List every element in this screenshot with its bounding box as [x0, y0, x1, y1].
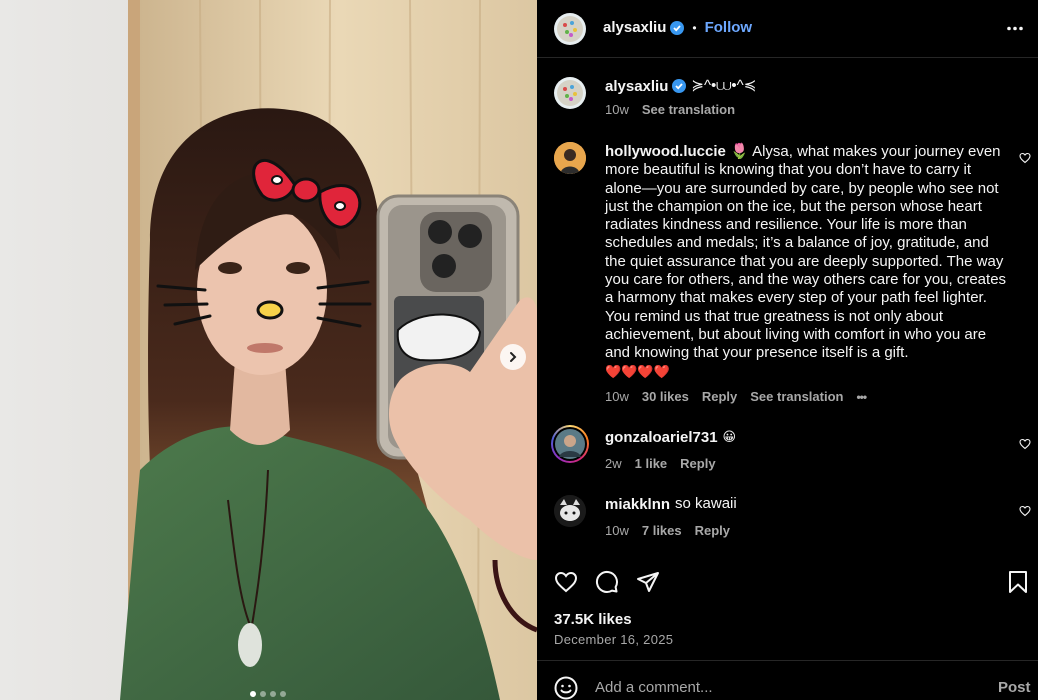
story-ring[interactable] — [551, 425, 589, 463]
post-header: alysaxliu • Follow — [537, 0, 1038, 58]
paper-plane-icon[interactable] — [636, 570, 660, 594]
comment-hearts: ❤️❤️❤️❤️ — [605, 363, 670, 379]
caption-time: 10w — [605, 102, 629, 117]
comment-see-translation[interactable]: See translation — [750, 389, 843, 404]
caption-meta: 10w See translation — [605, 102, 735, 117]
author-username[interactable]: alysaxliu — [603, 19, 666, 36]
heart-icon[interactable] — [1019, 505, 1031, 517]
comment-text-line: and knowing that your presence itself is… — [605, 344, 909, 362]
post-details-panel: alysaxliu • Follow alysaxliu ≽^•⩊•^≼ 10w… — [537, 0, 1038, 700]
comment-more-icon[interactable]: ••• — [856, 390, 867, 404]
heart-icon[interactable] — [554, 570, 578, 594]
avatar-image — [557, 80, 583, 106]
comment-body: hollywood.luccie 🌷 Alysa, what makes you… — [605, 143, 1015, 381]
comment-avatar[interactable] — [554, 495, 586, 527]
comment-text-line: more beautiful is knowing that you don’t… — [605, 161, 972, 179]
caption: alysaxliu ≽^•⩊•^≼ — [605, 77, 756, 95]
comment-avatar — [555, 429, 585, 459]
comment-emoji: 🌷 — [730, 143, 749, 160]
heart-icon[interactable] — [1019, 438, 1031, 450]
comment-text-line: You remind us that true greatness is not… — [605, 307, 943, 325]
like-count[interactable]: 37.5K likes — [554, 611, 632, 628]
comment-username[interactable]: gonzaloariel731 — [605, 429, 718, 446]
caption-author-avatar[interactable] — [554, 77, 586, 109]
comment-text-line: alone—you are surrounded by care, by peo… — [605, 179, 999, 197]
comment-text-line: achievement, but about living with comfo… — [605, 325, 987, 343]
carousel-dot — [250, 691, 256, 697]
post-comment-button[interactable]: Post — [998, 679, 1031, 696]
avatar-image — [557, 16, 583, 42]
bookmark-icon[interactable] — [1006, 570, 1030, 594]
comment-avatar[interactable] — [554, 142, 586, 174]
follow-button[interactable]: Follow — [705, 19, 753, 36]
chevron-right-icon — [510, 352, 517, 362]
divider — [537, 660, 1038, 661]
caption-text: ≽^•⩊•^≼ — [691, 77, 757, 94]
separator-dot: • — [692, 20, 697, 35]
comment-time: 10w — [605, 523, 629, 538]
comment-text-line: schedules and medals; it’s a balance of … — [605, 234, 989, 252]
comment-body: gonzaloariel731 😀 — [605, 428, 736, 446]
comment-likes[interactable]: 1 like — [635, 456, 668, 471]
post-date: December 16, 2025 — [554, 632, 674, 647]
comment-text-line: the quiet assurance that you are deeply … — [605, 252, 1004, 270]
avatar-image — [554, 495, 586, 527]
caption-username[interactable]: alysaxliu — [605, 78, 668, 95]
comment-likes[interactable]: 30 likes — [642, 389, 689, 404]
carousel-dot — [260, 691, 266, 697]
author-avatar[interactable] — [554, 13, 586, 45]
heart-icon[interactable] — [1019, 152, 1031, 164]
comment-meta: 10w 7 likes Reply — [605, 523, 730, 538]
comment-text-line: a harmony that makes every step of your … — [605, 289, 987, 307]
carousel-indicator — [250, 691, 286, 697]
emoji-icon[interactable] — [554, 676, 578, 700]
comment-icon[interactable] — [595, 570, 619, 594]
post-media[interactable] — [0, 0, 537, 700]
comment-time: 10w — [605, 389, 629, 404]
verified-badge-icon — [670, 20, 685, 35]
comment-text-line: you care for others, and the way others … — [605, 271, 1007, 289]
comment-text-line: radiates kindness and resilience. Your l… — [605, 216, 967, 234]
comment-reply-button[interactable]: Reply — [702, 389, 737, 404]
comment-username[interactable]: miakklnn — [605, 496, 670, 513]
comment-likes[interactable]: 7 likes — [642, 523, 682, 538]
comment-text: so kawaii — [675, 495, 737, 512]
comment-text-line: just the champion on the ice, but the pe… — [605, 197, 982, 215]
comment-input[interactable]: Add a comment... — [595, 679, 713, 696]
comment-username[interactable]: hollywood.luccie — [605, 143, 726, 160]
comment-reply-button[interactable]: Reply — [695, 523, 730, 538]
comment-text-line: Alysa, what makes your journey even — [752, 143, 1001, 160]
comment-meta: 2w 1 like Reply — [605, 456, 716, 471]
comment-time: 2w — [605, 456, 622, 471]
comment-body: miakklnn so kawaii — [605, 495, 737, 513]
carousel-dot — [270, 691, 276, 697]
comment-meta: 10w 30 likes Reply See translation ••• — [605, 389, 867, 404]
carousel-next-button[interactable] — [500, 344, 526, 370]
avatar-image — [554, 142, 586, 174]
carousel-dot — [280, 691, 286, 697]
comment-reply-button[interactable]: Reply — [680, 456, 715, 471]
verified-badge-icon — [672, 79, 687, 94]
more-options-icon[interactable] — [1007, 26, 1023, 31]
post-photo — [0, 0, 537, 700]
comment-text: 😀 — [722, 429, 737, 444]
caption-see-translation[interactable]: See translation — [642, 102, 735, 117]
